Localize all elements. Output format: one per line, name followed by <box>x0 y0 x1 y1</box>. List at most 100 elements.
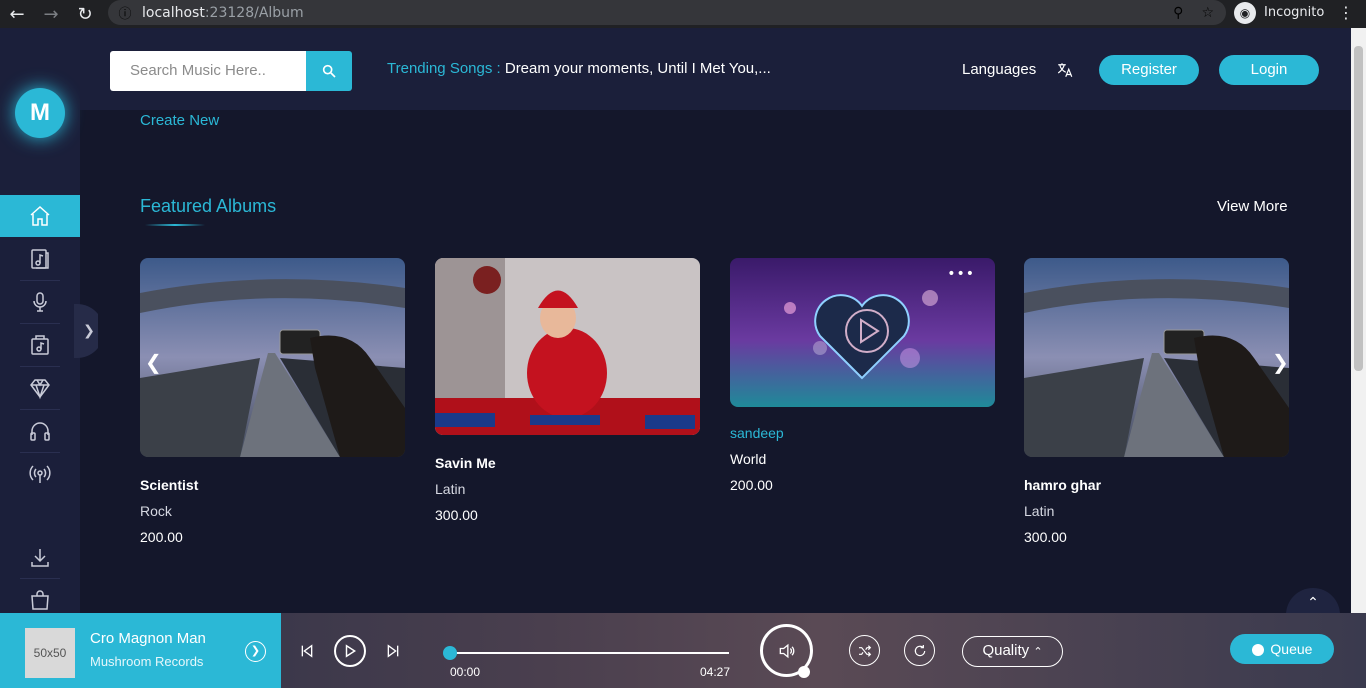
search-input[interactable]: Search Music Here.. <box>110 51 306 91</box>
total-time: 04:27 <box>700 665 731 679</box>
reload-icon[interactable]: ↻ <box>68 4 102 25</box>
album-genre: World <box>730 451 767 467</box>
star-icon[interactable]: ☆ <box>1201 5 1214 21</box>
trending-value[interactable]: Dream your moments, Until I Met You,... <box>505 60 771 77</box>
play-icon <box>345 644 357 658</box>
url-path: :23128/Album <box>204 4 304 21</box>
sidebar: M <box>0 28 80 613</box>
sidebar-item-listen[interactable] <box>0 410 80 452</box>
queue-label: Queue <box>1270 641 1313 657</box>
login-button[interactable]: Login <box>1219 55 1319 85</box>
album-card[interactable]: ••• sandeep World 200.00 <box>730 258 995 493</box>
page-scrollbar[interactable] <box>1351 28 1366 613</box>
album-cover[interactable] <box>140 258 405 457</box>
track-details-button[interactable]: ❯ <box>245 641 266 662</box>
address-bar[interactable]: ⓘ localhost:23128/Album ⚲ ☆ <box>108 0 1226 25</box>
shuffle-icon <box>858 644 871 657</box>
back-icon[interactable]: ← <box>0 4 34 25</box>
next-track-button[interactable] <box>384 641 402 661</box>
section-title: Featured Albums <box>140 196 277 216</box>
quality-dropdown[interactable]: Quality ⌃ <box>962 636 1063 667</box>
more-options-icon[interactable]: ••• <box>947 266 975 282</box>
broadcast-icon <box>29 465 51 483</box>
album-card[interactable]: Savin Me Latin 300.00 <box>435 258 700 523</box>
search-icon <box>322 64 336 78</box>
shuffle-button[interactable] <box>849 635 880 666</box>
play-button[interactable] <box>334 635 366 667</box>
album-card[interactable]: hamro ghar Latin 300.00 <box>1024 258 1289 545</box>
chevron-right-icon: ❯ <box>250 644 261 657</box>
chevron-right-icon: ❯ <box>1272 350 1289 374</box>
key-icon[interactable]: ⚲ <box>1173 5 1183 21</box>
create-new-link[interactable]: Create New <box>140 112 219 129</box>
album-genre: Latin <box>1024 503 1055 519</box>
trending-songs: Trending Songs : Dream your moments, Unt… <box>387 60 771 77</box>
track-title: Cro Magnon Man <box>90 630 206 647</box>
track-thumbnail: 50x50 <box>25 628 75 678</box>
info-icon[interactable]: ⓘ <box>108 3 142 22</box>
previous-track-button[interactable] <box>298 641 316 661</box>
now-playing: 50x50 Cro Magnon Man Mushroom Records ❯ <box>0 613 281 688</box>
album-price: 200.00 <box>730 477 773 493</box>
skip-back-icon <box>301 644 313 658</box>
top-bar: Search Music Here.. Trending Songs : Dre… <box>80 28 1351 110</box>
chevron-up-icon: ⌃ <box>1307 595 1319 611</box>
shopping-bag-icon <box>31 590 49 610</box>
incognito-icon: ◉ <box>1234 1 1256 24</box>
title-underline <box>145 224 205 226</box>
album-genre: Latin <box>435 481 466 497</box>
carousel-prev-button[interactable]: ❮ <box>145 350 162 374</box>
forward-icon[interactable]: → <box>34 4 68 25</box>
sidebar-item-downloads[interactable] <box>0 537 80 579</box>
trending-label: Trending Songs : <box>387 60 501 77</box>
album-card[interactable]: Scientist Rock 200.00 <box>140 258 405 545</box>
sidebar-item-premium[interactable] <box>0 367 80 409</box>
sidebar-item-radio[interactable] <box>0 453 80 495</box>
sidebar-item-home[interactable] <box>0 195 80 237</box>
volume-icon <box>779 643 794 658</box>
download-icon <box>31 549 49 567</box>
scrollbar-thumb[interactable] <box>1354 46 1363 371</box>
album-cover[interactable] <box>1024 258 1289 457</box>
album-icon <box>31 249 49 269</box>
progress-bar[interactable] <box>443 646 729 660</box>
volume-handle[interactable] <box>798 666 810 678</box>
album-title[interactable]: Scientist <box>140 477 405 493</box>
translate-icon[interactable] <box>1056 61 1074 83</box>
register-button[interactable]: Register <box>1099 55 1199 85</box>
chevron-right-icon: ❯ <box>83 323 95 339</box>
languages-label[interactable]: Languages <box>962 61 1036 78</box>
skip-forward-icon <box>387 644 399 658</box>
logo[interactable]: M <box>15 88 65 138</box>
carousel-next-button[interactable]: ❯ <box>1272 350 1289 374</box>
chevron-up-icon: ⌃ <box>1033 646 1043 658</box>
album-cover[interactable]: ••• <box>730 258 995 407</box>
repeat-icon <box>914 644 925 656</box>
album-price: 300.00 <box>1024 529 1067 545</box>
sidebar-item-albums[interactable] <box>0 238 80 280</box>
music-box-icon <box>31 335 49 355</box>
album-price: 200.00 <box>140 529 183 545</box>
microphone-icon <box>33 292 47 312</box>
album-title[interactable]: hamro ghar <box>1024 477 1289 493</box>
queue-button[interactable]: Queue <box>1230 634 1334 664</box>
music-player: 50x50 Cro Magnon Man Mushroom Records ❯ … <box>0 613 1366 688</box>
diamond-icon <box>30 379 50 400</box>
repeat-button[interactable] <box>904 635 935 666</box>
view-more-link[interactable]: View More <box>1217 198 1288 215</box>
incognito-label: Incognito <box>1264 5 1325 20</box>
browser-menu-icon[interactable]: ⋮ <box>1338 3 1354 22</box>
volume-control[interactable] <box>760 624 813 678</box>
progress-handle[interactable] <box>443 646 457 660</box>
track-artist: Mushroom Records <box>90 654 204 669</box>
album-cover[interactable] <box>435 258 700 435</box>
sidebar-item-genres[interactable] <box>0 324 80 366</box>
incognito-indicator[interactable]: ◉ Incognito <box>1234 0 1324 25</box>
sidebar-item-artists[interactable] <box>0 281 80 323</box>
queue-icon <box>1251 644 1264 657</box>
search-button[interactable] <box>306 51 352 91</box>
album-genre: Rock <box>140 503 172 519</box>
album-title[interactable]: Savin Me <box>435 455 700 471</box>
album-title[interactable]: sandeep <box>730 425 995 441</box>
album-price: 300.00 <box>435 507 478 523</box>
